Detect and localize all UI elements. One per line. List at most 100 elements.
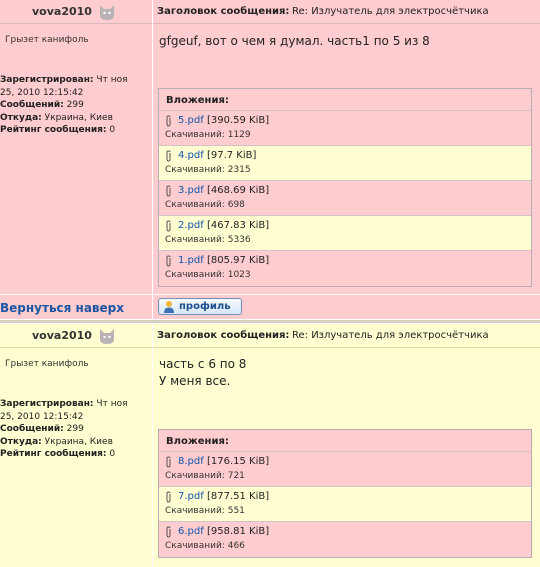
attachment-link[interactable]: 8.pdf [178,456,204,467]
downloads-label: Скачиваний: [165,165,225,175]
attachment-link[interactable]: 5.pdf [178,115,204,126]
downloads-count: 466 [227,541,245,551]
attachment-link[interactable]: 1.pdf [178,255,204,266]
post-subject-bar: Заголовок сообщения: Re: Излучатель для … [153,0,540,24]
attachment-link[interactable]: 2.pdf [178,220,204,231]
attachment-size: [468.69 KiB] [206,185,270,196]
rating-value: 0 [109,125,116,135]
user-icon [164,301,174,313]
back-to-top-link[interactable]: Вернуться наверх [0,301,124,315]
paperclip-icon [166,150,171,162]
attachment-item: 2.pdf [467.83 KiB] Скачиваний: 5336 [159,216,531,251]
rating-value: 0 [109,449,116,459]
attachment-item: 1.pdf [805.97 KiB] Скачиваний: 1023 [159,251,531,286]
downloads-label: Скачиваний: [165,471,225,481]
messages-label: Сообщений: [0,424,64,434]
paperclip-icon [166,185,171,197]
downloads-count: 5336 [227,235,251,245]
post: vova2010 Грызет канифоль Зарегистрирован… [0,0,540,294]
from-value: Украина, Киев [44,112,113,123]
author-username[interactable]: vova2010 [32,329,92,342]
post-divider [0,320,540,323]
from-label: Откуда: [0,436,42,447]
messages-value: 299 [66,424,84,434]
registered-value: Чт ноя [96,75,128,85]
paperclip-icon [166,526,171,538]
downloads-label: Скачиваний: [165,200,225,210]
attachment-item: 8.pdf [176.15 KiB] Скачиваний: 721 [159,452,531,487]
forum-topic: vova2010 Грызет канифоль Зарегистрирован… [0,0,540,567]
attachment-item: 7.pdf [877.51 KiB] Скачиваний: 551 [159,487,531,522]
attachment-link[interactable]: 7.pdf [178,491,204,502]
attachment-size: [176.15 KiB] [206,456,270,467]
author-rank: Грызет канифоль [5,35,89,45]
post-message: gfgeuf, вот о чем я думал. часть1 по 5 и… [159,33,430,50]
attachments-box: Вложения: 5.pdf [390.59 KiB] Скачиваний:… [158,88,532,287]
cat-avatar-icon [100,329,114,344]
registered-value: Чт ноя [96,399,128,409]
downloads-count: 1129 [227,130,251,140]
attachments-box: Вложения: 8.pdf [176.15 KiB] Скачиваний:… [158,429,532,558]
attachment-link[interactable]: 3.pdf [178,185,204,196]
attachment-size: [467.83 KiB] [206,220,270,231]
post: vova2010 Грызет канифоль Зарегистрирован… [0,324,540,567]
downloads-count: 721 [227,471,245,481]
attachments-header: Вложения: [159,89,531,111]
subject-label: Заголовок сообщения: [157,6,290,17]
post-message: часть с 6 по 8 У меня все. [159,356,246,390]
post-author-panel: vova2010 Грызет канифоль Зарегистрирован… [0,0,152,294]
attachment-item: 6.pdf [958.81 KiB] Скачиваний: 466 [159,522,531,557]
rating-label: Рейтинг сообщения: [0,125,107,135]
subject-label: Заголовок сообщения: [157,330,290,341]
downloads-count: 1023 [227,270,251,280]
attachment-size: [958.81 KiB] [206,526,270,537]
registered-label: Зарегистрирован: [0,399,94,409]
registered-value-cont: 25, 2010 12:15:42 [0,411,84,422]
paperclip-icon [166,491,171,503]
paperclip-icon [166,255,171,267]
post-subject-bar: Заголовок сообщения: Re: Излучатель для … [153,324,540,348]
profile-button[interactable]: профиль [158,298,242,315]
from-value: Украина, Киев [44,436,113,447]
rating-label: Рейтинг сообщения: [0,449,107,459]
downloads-label: Скачиваний: [165,235,225,245]
downloads-count: 2315 [227,165,251,175]
subject-value: Re: Излучатель для электросчётчика [292,330,489,341]
post-footer-row: Вернуться наверх профиль [0,295,540,319]
post-author-panel: vova2010 Грызет канифоль Зарегистрирован… [0,324,152,567]
author-name-bar: vova2010 [0,0,152,24]
author-name-bar: vova2010 [0,324,152,348]
registered-value-cont: 25, 2010 12:15:42 [0,87,84,98]
attachment-size: [877.51 KiB] [206,491,270,502]
cat-avatar-icon [100,5,114,20]
attachment-link[interactable]: 6.pdf [178,526,204,537]
message-line: gfgeuf, вот о чем я думал. часть1 по 5 и… [159,34,430,48]
paperclip-icon [166,456,171,468]
attachment-item: 5.pdf [390.59 KiB] Скачиваний: 1129 [159,111,531,146]
downloads-count: 551 [227,506,245,516]
downloads-label: Скачиваний: [165,130,225,140]
author-username[interactable]: vova2010 [32,5,92,18]
attachment-item: 4.pdf [97.7 KiB] Скачиваний: 2315 [159,146,531,181]
post-body-panel: Заголовок сообщения: Re: Излучатель для … [153,0,540,294]
messages-value: 299 [66,100,84,110]
attachment-link[interactable]: 4.pdf [178,150,204,161]
from-label: Откуда: [0,112,42,123]
downloads-label: Скачиваний: [165,270,225,280]
message-line: У меня все. [159,374,231,388]
paperclip-icon [166,220,171,232]
attachment-size: [97.7 KiB] [206,150,257,161]
profile-button-label: профиль [179,301,231,312]
author-info: Зарегистрирован: Чт ноя 25, 2010 12:15:4… [0,398,150,461]
attachment-item: 3.pdf [468.69 KiB] Скачиваний: 698 [159,181,531,216]
post-body-panel: Заголовок сообщения: Re: Излучатель для … [153,324,540,567]
registered-label: Зарегистрирован: [0,75,94,85]
downloads-label: Скачиваний: [165,506,225,516]
author-rank: Грызет канифоль [5,359,89,369]
messages-label: Сообщений: [0,100,64,110]
downloads-label: Скачиваний: [165,541,225,551]
attachment-size: [805.97 KiB] [206,255,270,266]
downloads-count: 698 [227,200,245,210]
subject-value: Re: Излучатель для электросчётчика [292,6,489,17]
author-info: Зарегистрирован: Чт ноя 25, 2010 12:15:4… [0,74,150,137]
